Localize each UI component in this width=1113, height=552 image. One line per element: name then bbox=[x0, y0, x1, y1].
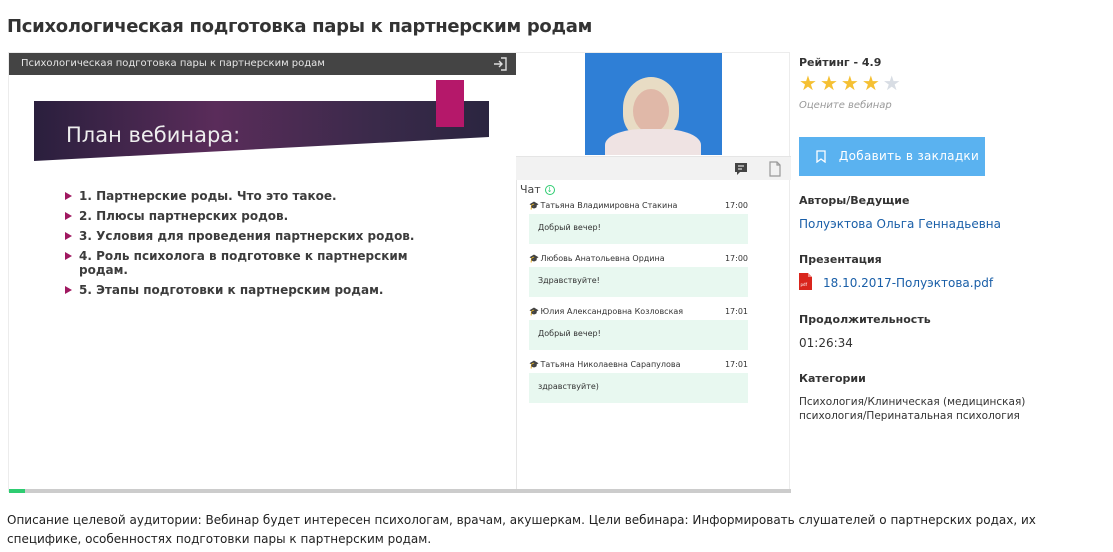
slide-heading: План вебинара: bbox=[66, 123, 241, 147]
categories-label: Категории bbox=[799, 372, 866, 385]
slide-list: 1. Партнерские роды. Что это такое. 2. П… bbox=[65, 189, 445, 303]
chat-bubble-icon[interactable] bbox=[733, 161, 749, 177]
chat-tabs bbox=[516, 156, 791, 180]
chat-message-author: Юлия Александровна Козловская bbox=[540, 307, 684, 316]
chat-message: 🎓 Татьяна Владимировна Стакина 17:00 Доб… bbox=[529, 201, 748, 244]
duration-value: 01:26:34 bbox=[799, 336, 853, 350]
chat-info-icon[interactable]: ↓ bbox=[544, 185, 555, 195]
graduation-cap-icon: 🎓 bbox=[529, 254, 539, 263]
chat-message: 🎓 Татьяна Николаевна Сарапулова 17:01 зд… bbox=[529, 360, 748, 403]
slide-list-item: 2. Плюсы партнерских родов. bbox=[65, 209, 445, 223]
rating-star-icon[interactable]: ★ bbox=[799, 74, 817, 94]
graduation-cap-icon: 🎓 bbox=[529, 307, 539, 316]
presentation-label: Презентация bbox=[799, 253, 882, 266]
chat-message-author: Татьяна Владимировна Стакина bbox=[540, 201, 678, 210]
slide-list-item: 1. Партнерские роды. Что это такое. bbox=[65, 189, 445, 203]
presenter-body bbox=[605, 129, 701, 155]
slide-list-item: 3. Условия для проведения партнерских ро… bbox=[65, 229, 445, 243]
rating-star-icon[interactable]: ★ bbox=[820, 74, 838, 94]
chat-message-text: Добрый вечер! bbox=[529, 214, 748, 244]
chat-message-text: Добрый вечер! bbox=[529, 320, 748, 350]
slide-list-item: 4. Роль психолога в подготовке к партнер… bbox=[65, 249, 445, 277]
rate-hint: Оцените вебинар bbox=[799, 100, 892, 111]
document-icon[interactable] bbox=[767, 161, 783, 177]
svg-text:pdf: pdf bbox=[801, 282, 808, 287]
chat-message-header: 🎓 Любовь Анатольевна Ордина 17:00 bbox=[529, 254, 748, 267]
webinar-description: Описание целевой аудитории: Вебинар буде… bbox=[7, 513, 1036, 546]
rating-stars[interactable]: ★ ★ ★ ★ ★ bbox=[799, 74, 904, 95]
presenter-face bbox=[633, 89, 669, 133]
chat-message-text: Здравствуйте! bbox=[529, 267, 748, 297]
chat-label: Чат bbox=[520, 183, 541, 196]
authors-label: Авторы/Ведущие bbox=[799, 194, 910, 207]
exit-fullscreen-icon[interactable] bbox=[492, 56, 508, 72]
chat-message-time: 17:01 bbox=[724, 360, 748, 369]
chat-divider bbox=[516, 156, 517, 489]
rating-label: Рейтинг - 4.9 bbox=[799, 56, 882, 69]
chat-message-text: здравствуйте) bbox=[529, 373, 748, 403]
presenter-video[interactable] bbox=[585, 53, 722, 155]
slide-title-bar: Психологическая подготовка пары к партне… bbox=[9, 53, 516, 75]
rating-star-icon[interactable]: ★ bbox=[862, 74, 880, 94]
slide-list-item: 5. Этапы подготовки к партнерским родам. bbox=[65, 283, 445, 297]
chat-message-header: 🎓 Юлия Александровна Козловская 17:01 bbox=[529, 307, 748, 320]
graduation-cap-icon: 🎓 bbox=[529, 201, 539, 210]
add-bookmark-label: Добавить в закладки bbox=[838, 149, 980, 163]
presentation-file-link[interactable]: 18.10.2017-Полуэктова.pdf bbox=[823, 276, 993, 290]
chat-message-author: Татьяна Николаевна Сарапулова bbox=[540, 360, 681, 369]
bookmark-icon bbox=[816, 150, 826, 163]
rating-star-icon[interactable]: ★ bbox=[883, 74, 901, 94]
page-title: Психологическая подготовка пары к партне… bbox=[7, 16, 592, 37]
chat-message: 🎓 Любовь Анатольевна Ордина 17:00 Здравс… bbox=[529, 254, 748, 297]
categories-value: Психология/Клиническая (медицинская) пси… bbox=[799, 396, 1026, 422]
chat-message-header: 🎓 Татьяна Владимировна Стакина 17:00 bbox=[529, 201, 748, 214]
chat-message-time: 17:00 bbox=[724, 254, 748, 263]
add-bookmark-button[interactable]: Добавить в закладки bbox=[799, 137, 985, 176]
chat-message-time: 17:00 bbox=[724, 201, 748, 210]
presentation-slide: План вебинара: 1. Партнерские роды. Что … bbox=[9, 75, 516, 493]
pdf-file-icon[interactable]: pdf bbox=[799, 273, 812, 290]
chat-header: Чат ↓ bbox=[520, 183, 555, 196]
playback-progress[interactable] bbox=[9, 489, 791, 493]
chat-message-time: 17:01 bbox=[724, 307, 748, 316]
rating-star-icon[interactable]: ★ bbox=[841, 74, 859, 94]
chat-message: 🎓 Юлия Александровна Козловская 17:01 До… bbox=[529, 307, 748, 350]
playback-progress-fill bbox=[9, 489, 25, 493]
duration-label: Продолжительность bbox=[799, 313, 931, 326]
slide-bar-title: Психологическая подготовка пары к партне… bbox=[21, 58, 325, 69]
webinar-player: Психологическая подготовка пары к партне… bbox=[8, 52, 791, 493]
chat-message-header: 🎓 Татьяна Николаевна Сарапулова 17:01 bbox=[529, 360, 748, 373]
chat-message-author: Любовь Анатольевна Ордина bbox=[540, 254, 665, 263]
graduation-cap-icon: 🎓 bbox=[529, 360, 539, 369]
author-link[interactable]: Полуэктова Ольга Геннадьевна bbox=[799, 217, 1001, 231]
slide-accent-tag bbox=[436, 80, 464, 127]
